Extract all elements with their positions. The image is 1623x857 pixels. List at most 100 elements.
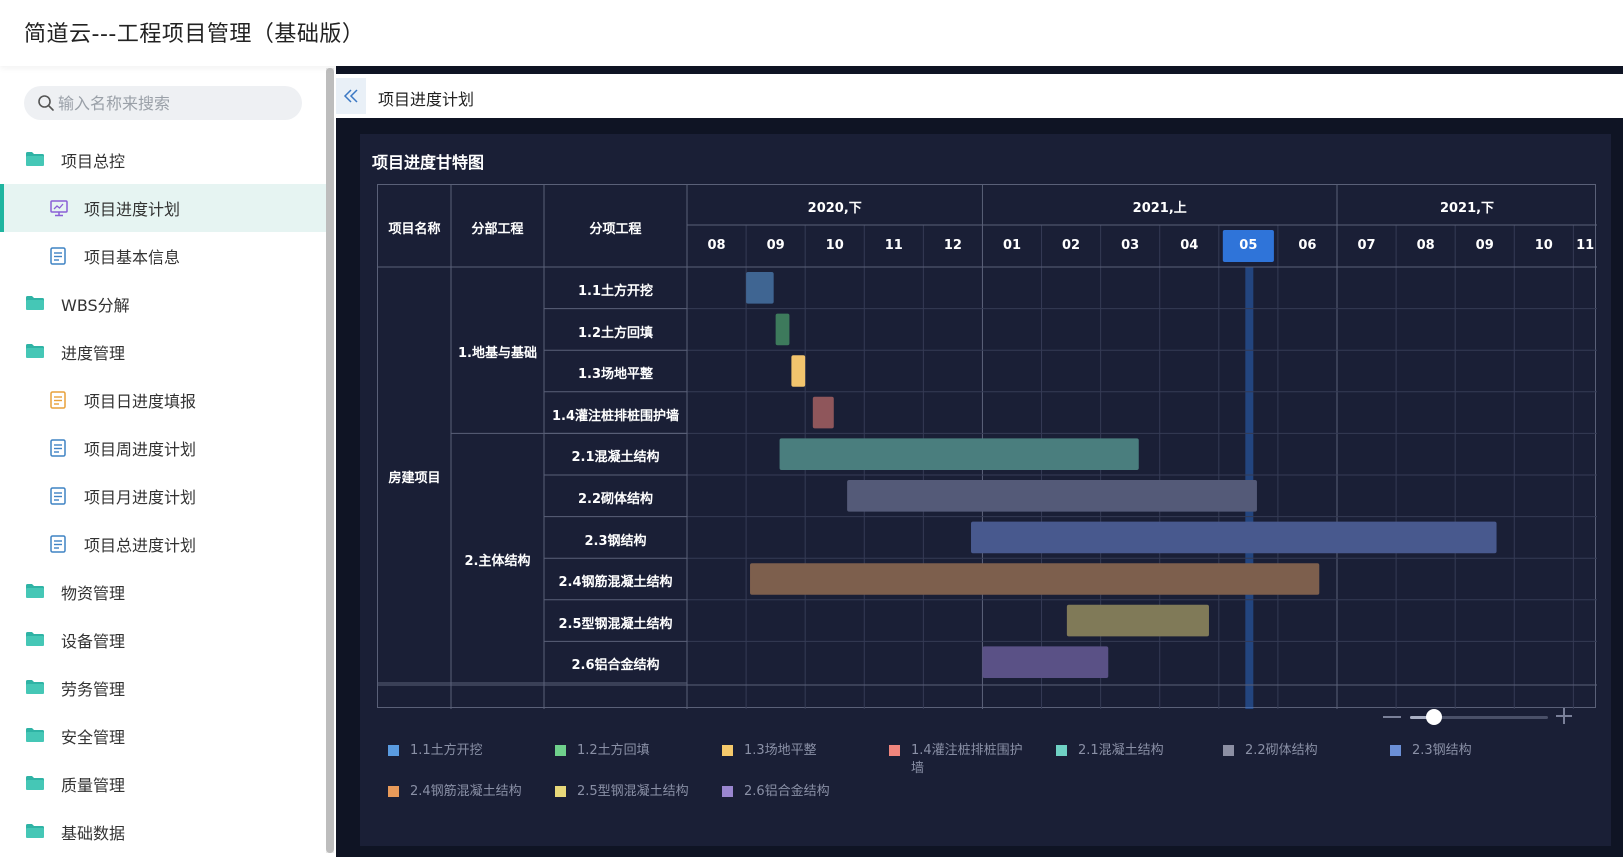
sidebar-scrollbar[interactable] xyxy=(326,68,334,853)
legend-swatch xyxy=(722,745,733,756)
sidebar-item-label: 项目总进度计划 xyxy=(84,536,197,555)
form-icon xyxy=(50,535,68,553)
gantt-bar[interactable] xyxy=(746,272,774,304)
gantt-bar[interactable] xyxy=(775,313,790,346)
legend-item[interactable]: 1.1土方开挖 xyxy=(388,742,534,760)
month-label: 03 xyxy=(1121,238,1140,253)
sidebar-item-label: 项目基本信息 xyxy=(84,248,181,267)
legend-swatch xyxy=(1056,745,1067,756)
sidebar-item[interactable]: 项目周进度计划 xyxy=(0,424,326,472)
gantt-bar[interactable] xyxy=(971,521,1497,554)
zoom-slider-handle[interactable] xyxy=(1426,709,1442,725)
sidebar-item[interactable]: 基础数据 xyxy=(0,808,326,856)
legend-item[interactable]: 2.5型钢混凝土结构 xyxy=(555,783,701,801)
month-label: 10 xyxy=(1534,238,1553,253)
folder-icon xyxy=(25,583,45,601)
sidebar-item[interactable]: 设备管理 xyxy=(0,616,326,664)
sidebar-item[interactable]: 项目月进度计划 xyxy=(0,472,326,520)
period-label: 2021,上 xyxy=(1132,201,1187,216)
task-name: 2.3钢结构 xyxy=(584,533,647,549)
folder-icon xyxy=(25,727,45,745)
form-icon xyxy=(50,487,68,505)
legend-item[interactable]: 1.2土方回填 xyxy=(555,742,701,760)
gantt-bar[interactable] xyxy=(779,438,1139,470)
legend-label: 1.4灌注桩排桩围护墙 xyxy=(911,743,1023,776)
task-name: 1.3场地平整 xyxy=(577,367,654,383)
collapse-sidebar-button[interactable] xyxy=(336,78,366,114)
period-label: 2020,下 xyxy=(807,201,862,216)
search-box[interactable] xyxy=(24,86,302,120)
legend-item[interactable]: 2.2砌体结构 xyxy=(1223,742,1369,760)
sidebar-item[interactable]: 安全管理 xyxy=(0,712,326,760)
sidebar-item[interactable]: 项目进度计划 xyxy=(0,184,326,232)
sidebar-item[interactable]: 物资管理 xyxy=(0,568,326,616)
main-area: 项目进度计划 项目进度甘特图 项目名称 分部工程 分项工程 2020,下 2021,上 2… xyxy=(336,66,1623,857)
month-label: 12 xyxy=(943,238,962,253)
gantt-bar[interactable] xyxy=(791,355,806,387)
task-name: 2.1混凝土结构 xyxy=(571,450,660,466)
legend-label: 2.2砌体结构 xyxy=(1245,743,1318,758)
sidebar-item[interactable]: 劳务管理 xyxy=(0,664,326,712)
sidebar-item-label: 项目月进度计划 xyxy=(84,488,197,507)
sidebar-item-label: 进度管理 xyxy=(61,344,126,363)
task-name: 2.5型钢混凝土结构 xyxy=(558,616,673,632)
sidebar-item-label: 设备管理 xyxy=(61,632,126,651)
sidebar-item[interactable]: 项目日进度填报 xyxy=(0,376,326,424)
period-label: 2021,下 xyxy=(1439,201,1495,216)
search-input[interactable] xyxy=(58,86,288,120)
folder-icon xyxy=(25,343,45,361)
legend-item[interactable]: 2.4钢筋混凝土结构 xyxy=(388,783,534,801)
legend-label: 2.4钢筋混凝土结构 xyxy=(410,784,522,799)
task-name: 2.4钢筋混凝土结构 xyxy=(558,575,673,591)
sidebar-item-label: WBS分解 xyxy=(61,296,130,315)
sidebar-item-label: 项目进度计划 xyxy=(84,200,181,219)
folder-icon xyxy=(25,151,45,169)
legend-item[interactable]: 2.1混凝土结构 xyxy=(1056,742,1202,760)
legend-label: 1.3场地平整 xyxy=(744,743,817,758)
project-name: 房建项目 xyxy=(388,471,441,486)
gantt-bar[interactable] xyxy=(847,480,1257,512)
page-title: 项目进度计划 xyxy=(378,90,475,109)
task-name: 2.6铝合金结构 xyxy=(571,658,660,674)
app-title: 简道云---工程项目管理（基础版） xyxy=(24,22,365,47)
sidebar-item-label: 项目总控 xyxy=(61,152,126,171)
form-icon xyxy=(50,391,68,409)
zoom-out-button[interactable] xyxy=(1383,716,1401,718)
month-label: 01 xyxy=(1002,238,1022,253)
sidebar-item[interactable]: 进度管理 xyxy=(0,328,326,376)
legend-label: 2.3钢结构 xyxy=(1412,743,1472,758)
app-header: 简道云---工程项目管理（基础版） xyxy=(0,0,1623,66)
sidebar-item[interactable]: 项目总控 xyxy=(0,136,326,184)
header-division: 分部工程 xyxy=(471,222,524,237)
gantt-bar[interactable] xyxy=(750,563,1320,595)
gantt-bar[interactable] xyxy=(982,646,1109,678)
zoom-in-button[interactable] xyxy=(1554,706,1574,726)
legend-swatch xyxy=(388,745,399,756)
double-chevron-left-icon xyxy=(343,89,358,103)
sidebar-item-label: 劳务管理 xyxy=(61,680,126,699)
legend-item[interactable]: 2.3钢结构 xyxy=(1390,742,1536,760)
header-project: 项目名称 xyxy=(388,222,441,237)
sidebar-item[interactable]: 项目基本信息 xyxy=(0,232,326,280)
sidebar-item[interactable]: 质量管理 xyxy=(0,760,326,808)
legend-item[interactable]: 1.4灌注桩排桩围护墙 xyxy=(889,742,1035,778)
folder-icon xyxy=(25,679,45,697)
sidebar: 项目总控项目进度计划项目基本信息 WBS分解进度管理项目日进度填报项目周进度计划项… xyxy=(0,66,326,857)
legend-swatch xyxy=(555,745,566,756)
legend-item[interactable]: 2.6铝合金结构 xyxy=(722,783,868,801)
page-topbar: 项目进度计划 xyxy=(336,74,1623,118)
form-icon xyxy=(50,439,68,457)
header-item: 分项工程 xyxy=(589,222,642,237)
sidebar-item[interactable]: 项目总进度计划 xyxy=(0,520,326,568)
gantt-bar[interactable] xyxy=(1066,604,1209,637)
sidebar-scrollbar-thumb[interactable] xyxy=(326,68,334,853)
legend-label: 2.1混凝土结构 xyxy=(1078,743,1164,758)
sidebar-item[interactable]: WBS分解 xyxy=(0,280,326,328)
folder-icon xyxy=(25,631,45,649)
panel-title: 项目进度甘特图 xyxy=(372,153,485,172)
search-icon xyxy=(38,95,54,111)
gantt-bar[interactable] xyxy=(812,396,834,429)
division-name: 1.地基与基础 xyxy=(458,346,537,362)
sidebar-item-label: 物资管理 xyxy=(61,584,126,603)
legend-item[interactable]: 1.3场地平整 xyxy=(722,742,868,760)
